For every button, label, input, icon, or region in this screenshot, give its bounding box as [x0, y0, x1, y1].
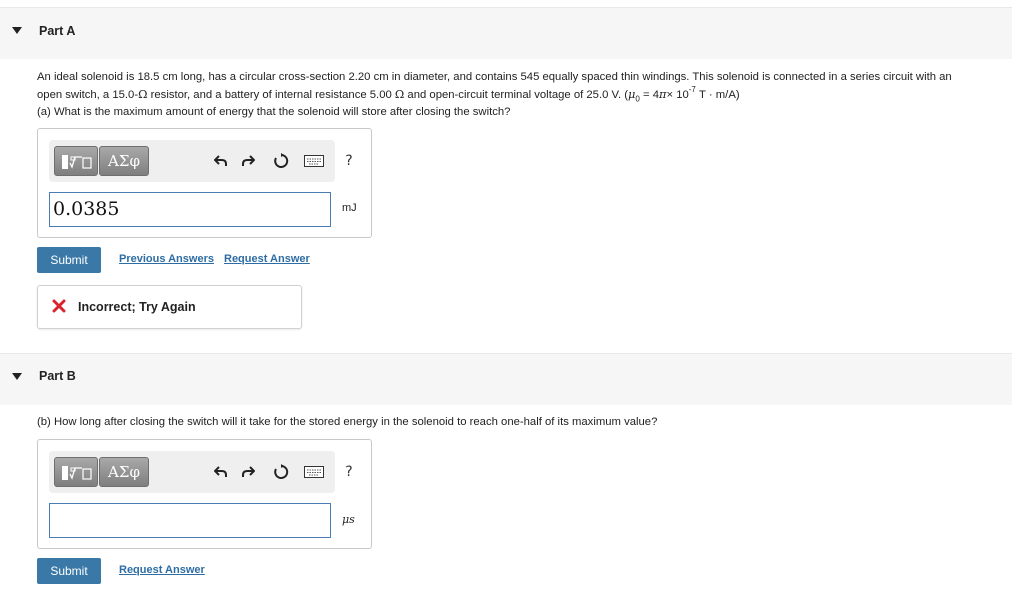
reset-icon[interactable]: [271, 151, 291, 171]
part-b-header[interactable]: Part B: [0, 353, 1012, 405]
collapse-arrow-icon[interactable]: [12, 27, 22, 34]
problem-line-1: An ideal solenoid is 18.5 cm long, has a…: [37, 71, 952, 83]
redo-icon[interactable]: [238, 462, 258, 482]
answer-input-b[interactable]: [49, 503, 331, 538]
problem-line-2: open switch, a 15.0-Ω resistor, and a ba…: [37, 85, 740, 104]
answer-box-a: ΑΣφ ? 0.0385 mJ: [37, 128, 372, 238]
unit-label-b: μs: [342, 513, 355, 526]
problem-statement: An ideal solenoid is 18.5 cm long, has a…: [37, 69, 1012, 121]
templates-button[interactable]: [54, 146, 98, 176]
math-toolbar-b: ΑΣφ ?: [49, 451, 353, 493]
question-a: (a) What is the maximum amount of energy…: [37, 106, 511, 118]
part-a-header[interactable]: Part A: [0, 7, 1012, 59]
previous-answers-link[interactable]: Previous Answers: [119, 253, 214, 265]
collapse-arrow-icon[interactable]: [12, 373, 22, 380]
feedback-text: Incorrect; Try Again: [78, 300, 196, 314]
templates-icon: [62, 155, 92, 169]
templates-icon: [62, 466, 92, 480]
keyboard-icon[interactable]: [304, 151, 324, 171]
answer-box-b: ΑΣφ ? μs: [37, 439, 372, 549]
request-answer-link-b[interactable]: Request Answer: [119, 564, 205, 576]
templates-button[interactable]: [54, 457, 98, 487]
redo-icon[interactable]: [238, 151, 258, 171]
help-icon[interactable]: ?: [339, 151, 359, 171]
submit-button-a[interactable]: Submit: [37, 247, 101, 273]
submit-button-b[interactable]: Submit: [37, 558, 101, 584]
request-answer-link-a[interactable]: Request Answer: [224, 253, 310, 265]
error-x-icon: [52, 299, 66, 313]
undo-icon[interactable]: [211, 462, 231, 482]
part-b-title: Part B: [39, 369, 76, 383]
answer-input-a[interactable]: 0.0385: [49, 192, 331, 227]
feedback-box: Incorrect; Try Again: [37, 285, 302, 329]
greek-symbols-button[interactable]: ΑΣφ: [99, 457, 149, 487]
undo-icon[interactable]: [211, 151, 231, 171]
part-a-title: Part A: [39, 24, 76, 38]
unit-label-a: mJ: [342, 202, 357, 214]
reset-icon[interactable]: [271, 462, 291, 482]
help-icon[interactable]: ?: [339, 462, 359, 482]
keyboard-icon[interactable]: [304, 462, 324, 482]
math-toolbar-a: ΑΣφ ?: [49, 140, 353, 182]
greek-symbols-button[interactable]: ΑΣφ: [99, 146, 149, 176]
question-b: (b) How long after closing the switch wi…: [37, 416, 658, 428]
